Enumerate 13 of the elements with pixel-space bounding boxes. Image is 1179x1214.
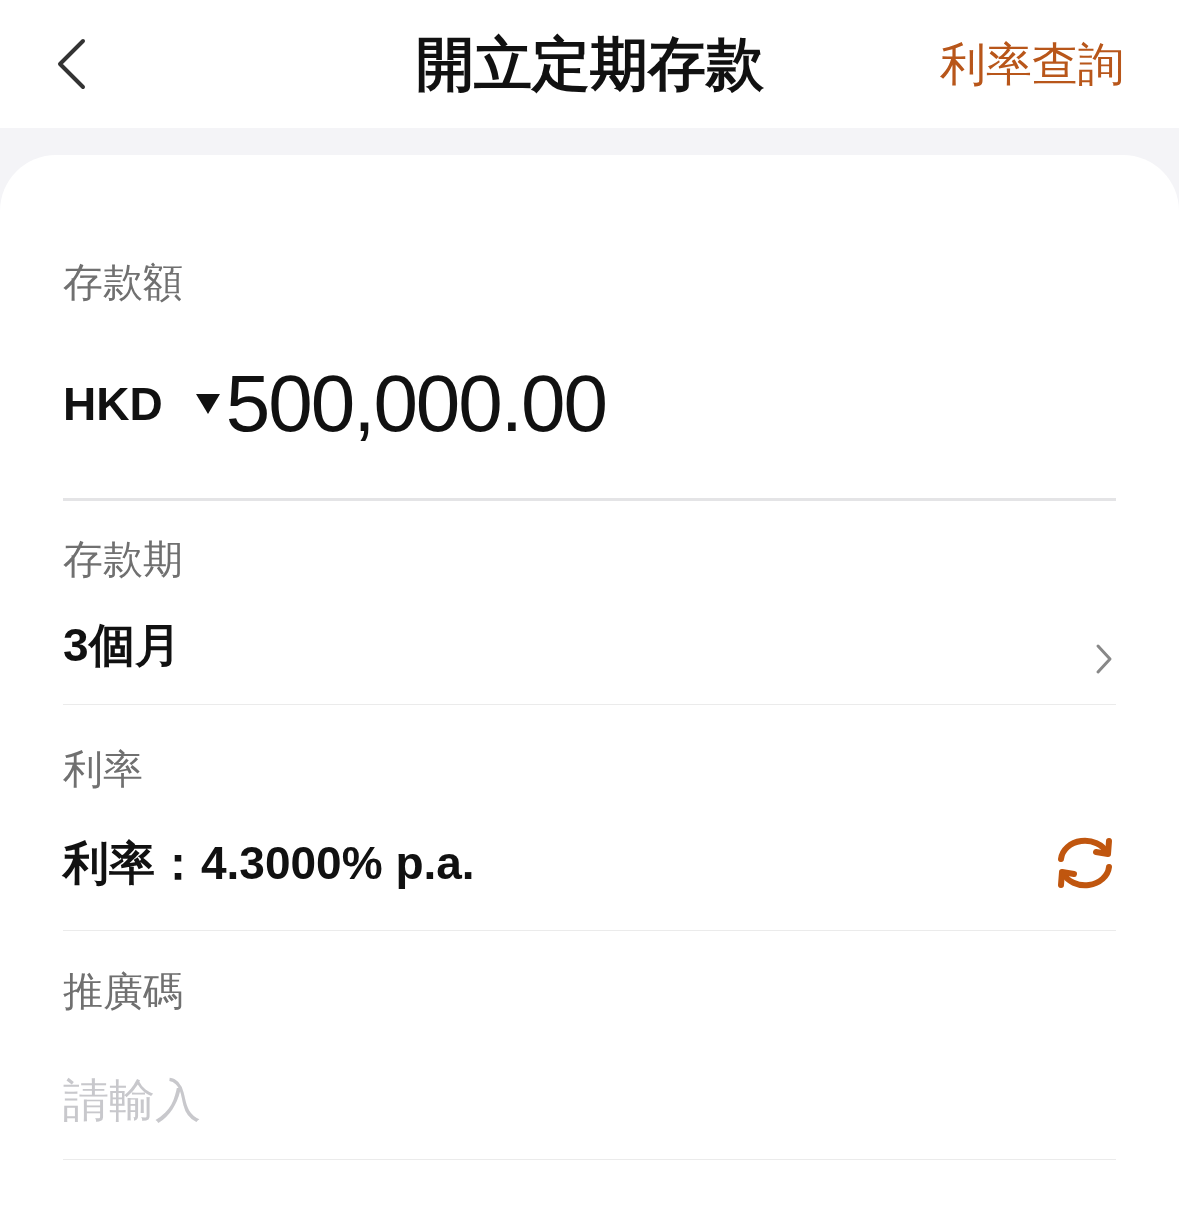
rate-inquiry-link[interactable]: 利率查詢 xyxy=(940,41,1124,87)
page-title: 開立定期存款 xyxy=(415,35,764,93)
back-icon xyxy=(55,38,87,90)
amount-value[interactable]: 500,000.00 xyxy=(225,363,607,444)
currency-label: HKD xyxy=(63,380,163,427)
term-selector[interactable]: 3個月 xyxy=(63,586,1116,705)
dropdown-triangle-icon[interactable] xyxy=(195,393,220,414)
field-label: 存款期 xyxy=(63,536,184,583)
field-label: 推廣碼 xyxy=(63,968,184,1015)
term-value: 3個月 xyxy=(63,622,181,668)
field-label: 存款額 xyxy=(63,259,184,306)
chevron-right-icon xyxy=(1095,643,1113,675)
field-label: 利率 xyxy=(63,746,144,793)
